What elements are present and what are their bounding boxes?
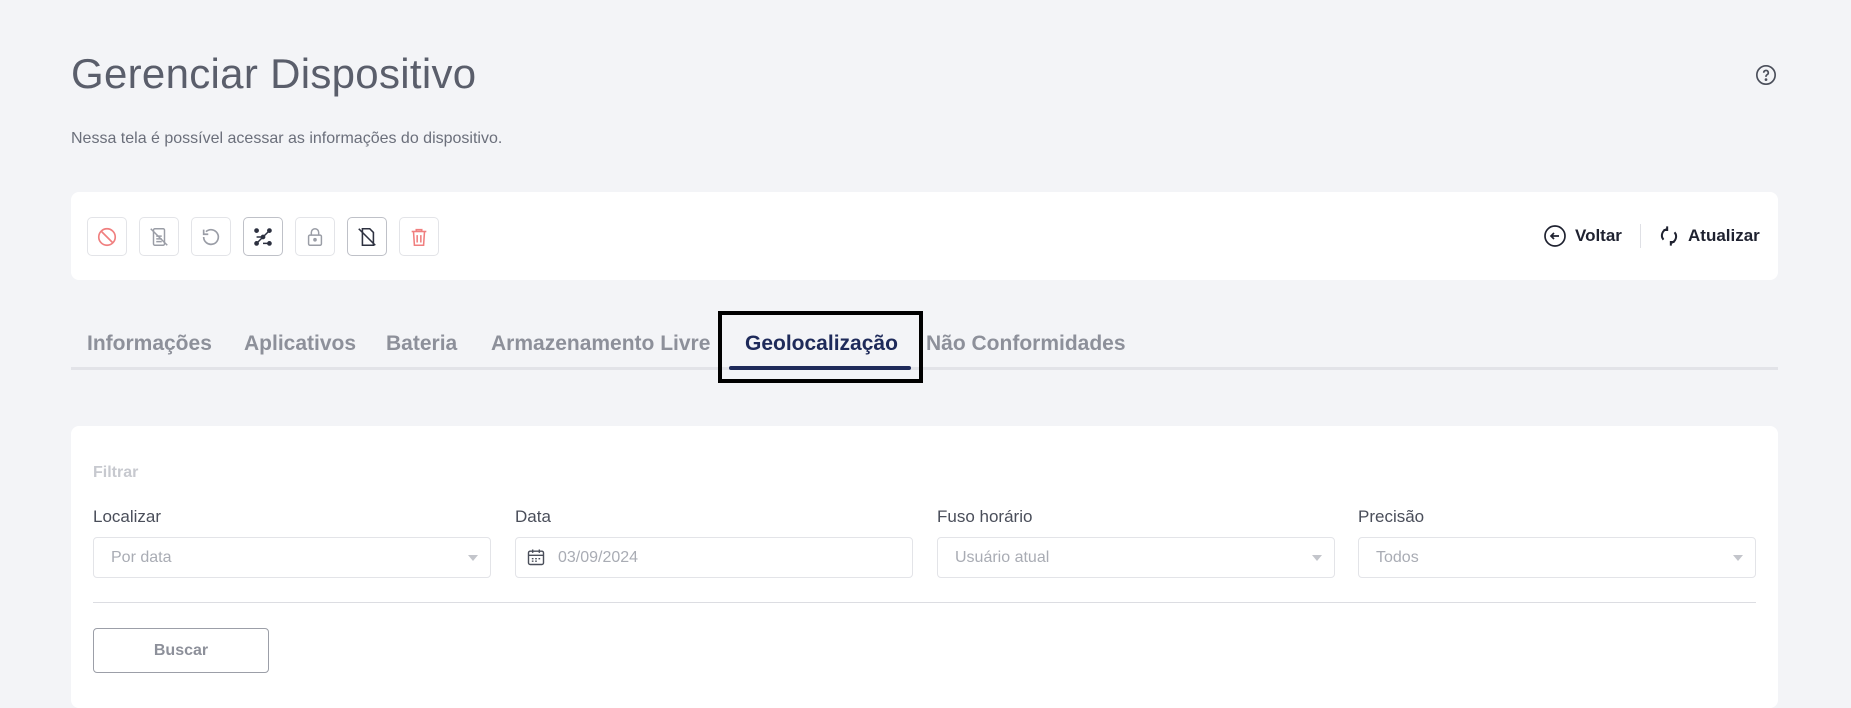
timezone-label: Fuso horário: [937, 507, 1033, 526]
tab-armazenamento-livre[interactable]: Armazenamento Livre: [491, 332, 710, 356]
search-button[interactable]: Buscar: [93, 628, 269, 673]
back-button[interactable]: Voltar: [1543, 220, 1622, 252]
locate-select[interactable]: Por data: [93, 537, 491, 578]
focus-highlight: [718, 311, 923, 383]
page-subtitle: Nessa tela é possível acessar as informa…: [71, 130, 503, 147]
block-device-button[interactable]: [87, 217, 127, 256]
pattern-lock-button[interactable]: [243, 217, 283, 256]
restart-device-button[interactable]: [191, 217, 231, 256]
disable-device-button[interactable]: [139, 217, 179, 256]
device-off-icon: [150, 227, 168, 246]
sim-off-icon: [358, 227, 376, 246]
undo-icon: [202, 228, 220, 245]
device-action-toolbar: Voltar Atualizar: [71, 192, 1778, 280]
arrow-left-circle-icon: [1544, 225, 1566, 247]
refresh-icon: [1660, 226, 1678, 246]
page-title: Gerenciar Dispositivo: [71, 50, 477, 97]
toolbar-divider: [1640, 224, 1641, 248]
locate-value: Por data: [111, 548, 172, 566]
chevron-down-icon: [1733, 555, 1743, 561]
device-tabs: Informações Aplicativos Bateria Armazena…: [71, 312, 1778, 370]
remove-sim-button[interactable]: [347, 217, 387, 256]
filter-divider: [93, 602, 1756, 603]
lock-device-button[interactable]: [295, 217, 335, 256]
tab-aplicativos[interactable]: Aplicativos: [244, 332, 356, 356]
calendar-icon: [527, 549, 545, 566]
chevron-down-icon: [1312, 555, 1322, 561]
precision-value: Todos: [1376, 548, 1419, 566]
precision-select[interactable]: Todos: [1358, 537, 1756, 578]
tab-informacoes[interactable]: Informações: [87, 332, 212, 356]
filter-panel: Filtrar Localizar Por data Data 03/09/20…: [71, 426, 1778, 708]
trash-icon: [411, 228, 427, 246]
question-circle-icon[interactable]: [1755, 64, 1777, 86]
block-icon: [97, 227, 117, 246]
chevron-down-icon: [468, 555, 478, 561]
back-label: Voltar: [1575, 226, 1622, 245]
locate-label: Localizar: [93, 507, 162, 526]
date-value: 03/09/2024: [558, 548, 639, 566]
refresh-button[interactable]: Atualizar: [1658, 220, 1760, 252]
delete-device-button[interactable]: [399, 217, 439, 256]
lock-icon: [307, 227, 323, 246]
timezone-value: Usuário atual: [955, 548, 1050, 566]
timezone-select[interactable]: Usuário atual: [937, 537, 1335, 578]
filter-heading: Filtrar: [93, 464, 139, 481]
precision-label: Precisão: [1358, 507, 1425, 526]
pattern-icon: [254, 227, 272, 246]
tab-nao-conformidades[interactable]: Não Conformidades: [926, 332, 1126, 356]
refresh-label: Atualizar: [1688, 226, 1760, 245]
tab-bateria[interactable]: Bateria: [386, 332, 457, 356]
date-input[interactable]: 03/09/2024: [515, 537, 913, 578]
date-label: Data: [515, 507, 551, 526]
